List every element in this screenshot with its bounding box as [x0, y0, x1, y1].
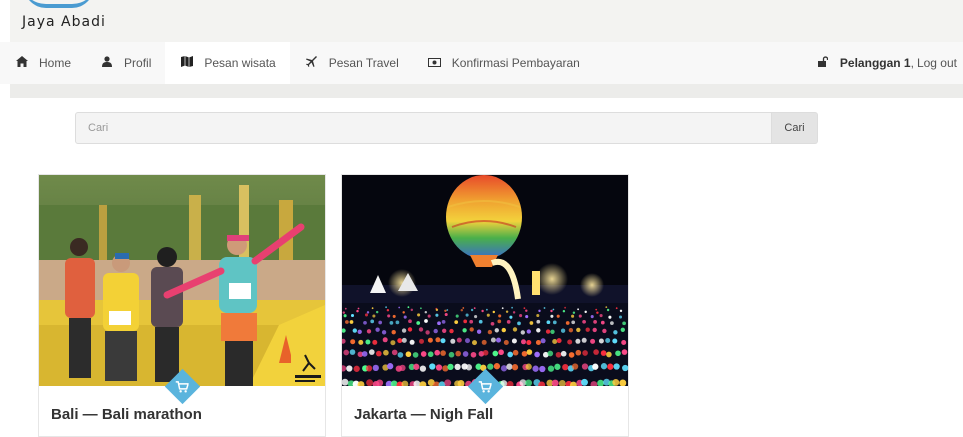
marathon-photo[interactable]	[39, 175, 325, 386]
logout-link[interactable]: Log out	[917, 56, 957, 70]
nav-konfirmasi-label: Konfirmasi Pembayaran	[451, 56, 580, 70]
nav-pesan-wisata[interactable]: Pesan wisata	[165, 42, 290, 84]
user-separator: ,	[910, 56, 914, 70]
card-title[interactable]: Bali — Bali marathon	[51, 406, 202, 423]
user-menu: Pelanggan 1 , Log out	[817, 42, 957, 84]
search-input[interactable]	[75, 112, 772, 144]
nav-pesan-travel[interactable]: Pesan Travel	[290, 42, 413, 84]
nav-home-label: Home	[39, 56, 72, 70]
unlock-icon	[817, 56, 829, 70]
brand-name[interactable]: Jaya Abadi	[22, 14, 106, 30]
brand-strip	[10, 0, 963, 42]
night-lights-photo[interactable]	[342, 175, 628, 386]
tour-card[interactable]: Bali — Bali marathon	[38, 174, 326, 437]
user-name: Pelanggan 1	[839, 56, 911, 70]
card-title[interactable]: Jakarta — Nigh Fall	[354, 406, 493, 423]
nav-profil-label: Profil	[124, 56, 152, 70]
nav-konfirmasi-pembayaran[interactable]: Konfirmasi Pembayaran	[413, 42, 594, 84]
plane-icon	[304, 55, 320, 71]
cart-icon	[176, 380, 189, 393]
nav-home[interactable]: Home	[0, 42, 85, 84]
tour-card[interactable]: Jakarta — Nigh Fall	[341, 174, 629, 437]
cart-icon	[479, 380, 492, 393]
home-icon	[14, 56, 30, 70]
map-icon	[179, 56, 195, 70]
money-icon	[427, 56, 443, 70]
nav-profil[interactable]: Profil	[85, 42, 165, 84]
nav-pesan-travel-label: Pesan Travel	[328, 56, 399, 70]
search-button[interactable]: Cari	[772, 112, 818, 144]
navbar: Home Profil Pesan wisata Pesan Travel Ko…	[0, 42, 963, 84]
user-icon	[99, 56, 115, 70]
navbar-shadow	[10, 84, 963, 98]
nav-pesan-wisata-label: Pesan wisata	[204, 56, 276, 70]
